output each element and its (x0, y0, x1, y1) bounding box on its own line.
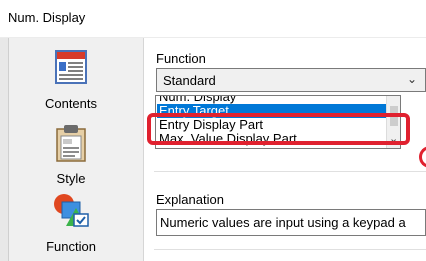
function-panel: Function Standard ⌄ Num. Display Entry T… (144, 38, 426, 261)
window-title: Num. Display (8, 10, 86, 25)
style-icon (56, 125, 86, 162)
contents-icon (55, 50, 87, 84)
function-icon (54, 194, 89, 227)
sidebar-edge (0, 38, 9, 261)
explanation-label: Explanation (156, 192, 224, 207)
explanation-text: Numeric values are input using a keypad … (160, 215, 406, 230)
highlight-callout (147, 113, 410, 145)
explanation-box: Numeric values are input using a keypad … (156, 209, 426, 236)
sidebar-item-contents[interactable]: Contents (9, 44, 133, 124)
sidebar-item-label: Contents (44, 96, 98, 111)
sidebar-item-label: Function (46, 239, 96, 254)
function-dropdown-value: Standard (163, 73, 216, 88)
sidebar: Contents Style Function (0, 38, 144, 261)
chevron-down-icon[interactable]: ⌄ (407, 72, 417, 86)
divider (154, 249, 426, 250)
window-titlebar: Num. Display (0, 0, 426, 38)
function-dropdown[interactable]: Standard ⌄ (156, 68, 426, 92)
sidebar-item-style[interactable]: Style (9, 120, 133, 192)
function-label: Function (156, 51, 206, 66)
callout-arc (419, 146, 426, 168)
divider (154, 171, 426, 172)
sidebar-item-function[interactable]: Function (9, 184, 133, 261)
